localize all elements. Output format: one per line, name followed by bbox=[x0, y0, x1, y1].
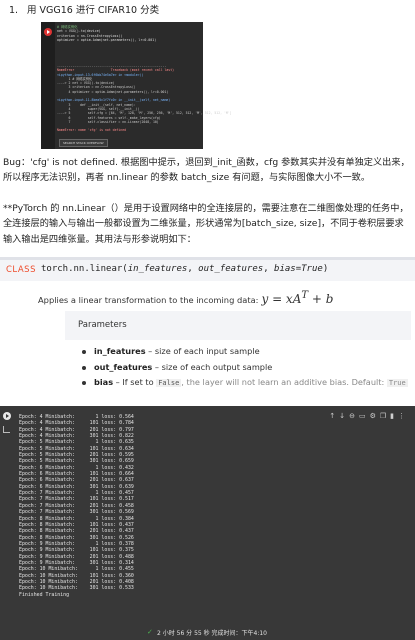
training-output-cell: ↑↓⊖▭⚙❐▮⋮ Epoch: 4 Minibatch: 1 loss: 0.5… bbox=[0, 406, 415, 640]
copy-icon[interactable]: ❐ bbox=[380, 412, 390, 420]
link-icon[interactable]: ⊖ bbox=[349, 412, 359, 420]
output-toggle-icon[interactable] bbox=[3, 426, 10, 433]
log-line: Epoch: 5 Minibatch: 1 loss: 0.635 bbox=[19, 439, 134, 446]
delete-icon[interactable]: ▮ bbox=[390, 412, 398, 420]
code-line: optimizer = optim.Adam(net.parameters(),… bbox=[57, 38, 157, 43]
param-item: in_features – size of each input sample bbox=[82, 346, 408, 362]
log-line: Epoch: 10 Minibatch: 1 loss: 0.455 bbox=[19, 566, 134, 573]
log-line: Epoch: 8 Minibatch: 301 loss: 0.526 bbox=[19, 534, 134, 541]
section-heading: 1. 用 VGG16 进行 CIFAR10 分类 bbox=[9, 2, 159, 16]
log-line: Epoch: 10 Minibatch: 301 loss: 0.533 bbox=[19, 585, 134, 592]
bug-paragraph: Bug：'cfg' is not defined. 根据图中提示，退回到_ini… bbox=[3, 157, 410, 184]
parameters-header: Parameters bbox=[65, 311, 411, 340]
run-cell-icon[interactable] bbox=[3, 412, 11, 420]
error-line: NameError: name 'cfg' is not defined bbox=[57, 128, 127, 133]
log-line: Epoch: 7 Minibatch: 101 loss: 0.517 bbox=[19, 496, 134, 503]
up-arrow-icon[interactable]: ↑ bbox=[329, 412, 339, 420]
status-bar: ✓ 2 小时 56 分 55 秒 完成时间：下午4:10 bbox=[0, 623, 415, 640]
param-item: out_features – size of each output sampl… bbox=[82, 362, 408, 378]
notebook-cell-screenshot: # 网络实例化 net = VGG().to(device) criterion =… bbox=[41, 22, 232, 149]
output-gutter bbox=[0, 406, 14, 640]
parameters-title: Parameters bbox=[78, 320, 127, 330]
heading-text: 用 VGG16 进行 CIFAR10 分类 bbox=[27, 5, 160, 16]
log-line: Epoch: 6 Minibatch: 201 loss: 0.637 bbox=[19, 477, 134, 484]
description-text: Applies a linear transformation to the i… bbox=[38, 295, 259, 305]
log-line: Epoch: 4 Minibatch: 101 loss: 0.784 bbox=[19, 420, 134, 427]
doc-description: Applies a linear transformation to the i… bbox=[38, 290, 333, 306]
cell-code: # 网络实例化 net = VGG().to(device) criterion =… bbox=[57, 25, 156, 43]
settings-icon[interactable]: ⚙ bbox=[370, 412, 380, 420]
training-log: Epoch: 4 Minibatch: 1 loss: 0.564 Epoch: … bbox=[19, 414, 134, 598]
log-line: Epoch: 5 Minibatch: 301 loss: 0.659 bbox=[19, 458, 134, 465]
log-line: Epoch: 9 Minibatch: 101 loss: 0.375 bbox=[19, 547, 134, 554]
param-item: bias – If set to False, the layer will n… bbox=[82, 377, 408, 393]
cell-error-output: ----------------------------------------… bbox=[57, 64, 232, 133]
run-cell-icon[interactable] bbox=[44, 28, 52, 36]
log-line: Epoch: 8 Minibatch: 201 loss: 0.437 bbox=[19, 528, 134, 535]
parameters-list: in_features – size of each input sample … bbox=[82, 346, 408, 393]
cell-toolbar: ↑↓⊖▭⚙❐▮⋮ bbox=[329, 412, 409, 420]
log-line: Epoch: 8 Minibatch: 1 loss: 0.384 bbox=[19, 515, 134, 522]
log-line: Epoch: 7 Minibatch: 301 loss: 0.569 bbox=[19, 509, 134, 516]
linear-intro-paragraph: **PyTorch 的 nn.Linear（）是用于设置网络中的全连接层的，需要… bbox=[3, 203, 409, 245]
heading-number: 1. bbox=[9, 5, 19, 16]
log-line: Finished Training bbox=[19, 591, 70, 598]
search-stack-overflow-button[interactable]: SEARCH STACK OVERFLOW bbox=[59, 139, 108, 147]
log-line: Epoch: 9 Minibatch: 201 loss: 0.488 bbox=[19, 553, 134, 560]
doc-signature-bar: CLASS torch.nn.linear(in_features, out_f… bbox=[0, 257, 415, 281]
down-arrow-icon[interactable]: ↓ bbox=[339, 412, 349, 420]
formula: y = xAT + b bbox=[261, 290, 334, 306]
status-text: 2 小时 56 分 55 秒 完成时间：下午4:10 bbox=[157, 630, 268, 637]
log-line: Epoch: 10 Minibatch: 101 loss: 0.360 bbox=[19, 572, 134, 579]
check-icon: ✓ bbox=[147, 628, 153, 636]
comment-icon[interactable]: ▭ bbox=[359, 412, 370, 420]
more-icon[interactable]: ⋮ bbox=[398, 412, 409, 420]
function-signature: torch.nn.linear(in_features, out_feature… bbox=[41, 264, 329, 274]
class-label: CLASS bbox=[6, 265, 36, 275]
cell-gutter bbox=[41, 22, 55, 149]
error-line: ----> 5 self.cfg = [64, 'M', 128, 'M', 2… bbox=[57, 111, 232, 116]
